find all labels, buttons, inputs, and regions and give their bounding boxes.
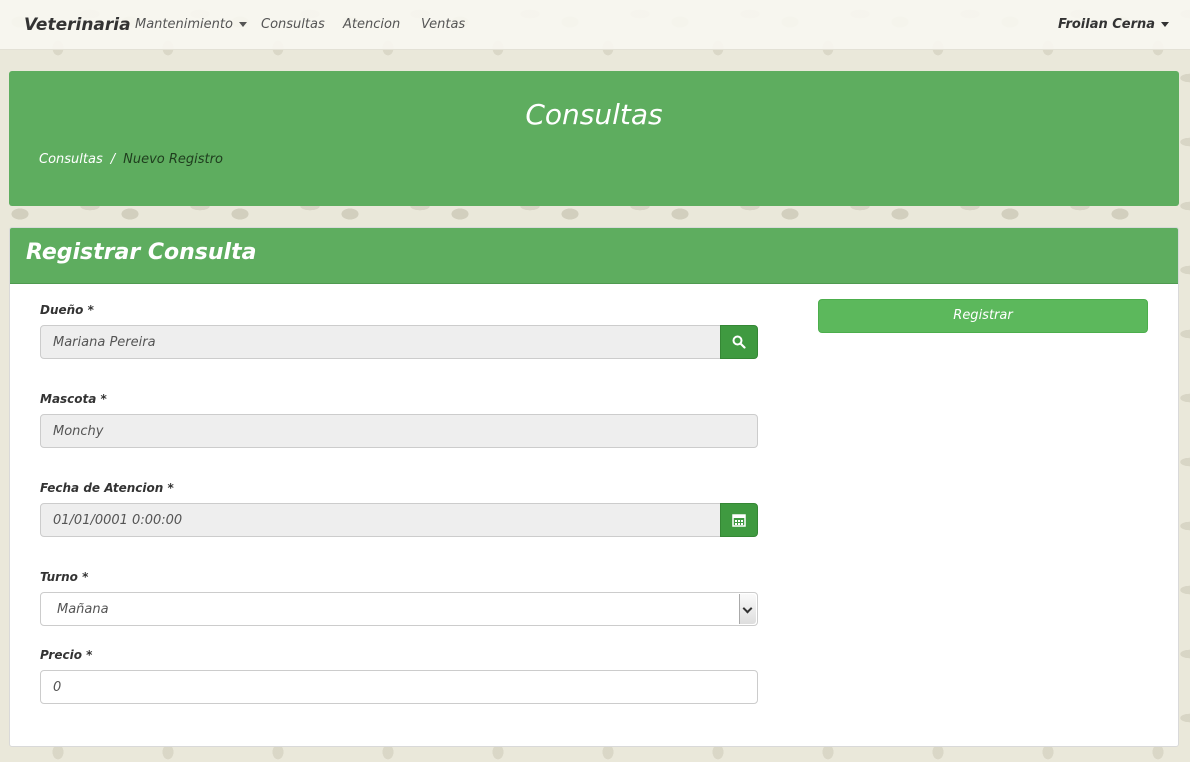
breadcrumb: Consultas / Nuevo Registro	[39, 152, 223, 167]
brand-link[interactable]: Veterinaria	[24, 15, 131, 35]
owner-label: Dueño *	[40, 303, 94, 317]
caret-down-icon	[238, 22, 247, 27]
date-picker-button[interactable]	[720, 503, 758, 537]
date-field[interactable]: 01/01/0001 0:00:00	[40, 503, 721, 537]
shift-selected-value: Mañana	[57, 602, 109, 617]
register-form-panel: Registrar Consulta Dueño * Mariana Perei…	[9, 227, 1179, 747]
nav-item-atencion[interactable]: Atencion	[343, 17, 400, 32]
breadcrumb-link-consultas[interactable]: Consultas	[39, 152, 103, 167]
page-title: Consultas	[525, 98, 663, 131]
nav-item-label: Mantenimiento	[135, 17, 233, 32]
breadcrumb-current: Nuevo Registro	[123, 152, 223, 167]
nav-item-ventas[interactable]: Ventas	[421, 17, 465, 32]
shift-select[interactable]: Mañana	[40, 592, 758, 626]
user-name: Froilan Cerna	[1058, 17, 1156, 32]
page-header: Consultas Consultas / Nuevo Registro	[9, 71, 1179, 206]
pet-field[interactable]: Monchy	[40, 414, 758, 448]
user-menu[interactable]: Froilan Cerna	[1058, 17, 1170, 32]
register-button[interactable]: Registrar	[818, 299, 1148, 333]
pet-label: Mascota *	[40, 392, 107, 406]
caret-down-icon	[1161, 22, 1170, 27]
nav-item-consultas[interactable]: Consultas	[261, 17, 325, 32]
form-panel-header: Registrar Consulta	[10, 228, 1178, 284]
calendar-icon	[732, 514, 746, 527]
nav-item-mantenimiento[interactable]: Mantenimiento	[135, 17, 247, 32]
shift-label: Turno *	[40, 570, 89, 584]
owner-search-button[interactable]	[720, 325, 758, 359]
owner-field[interactable]: Mariana Pereira	[40, 325, 721, 359]
search-icon	[732, 335, 746, 349]
price-field[interactable]: 0	[40, 670, 758, 704]
breadcrumb-separator: /	[110, 152, 116, 167]
chevron-down-icon[interactable]	[739, 594, 756, 624]
top-navbar: Veterinaria Mantenimiento Consultas Aten…	[0, 0, 1190, 50]
date-label: Fecha de Atencion *	[40, 481, 174, 495]
price-label: Precio *	[40, 648, 93, 662]
form-title: Registrar Consulta	[26, 240, 257, 265]
